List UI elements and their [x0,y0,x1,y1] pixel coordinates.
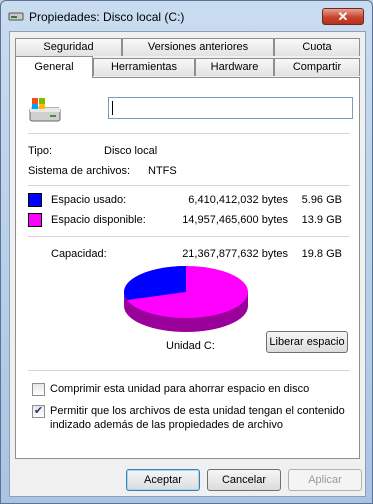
tab-hardware[interactable]: Hardware [195,58,274,76]
used-space-bytes: 6,410,412,032 bytes [188,194,288,206]
separator [28,236,350,237]
allow-indexing-checkbox[interactable]: ✔ [32,405,45,418]
tab-seguridad[interactable]: Seguridad [15,38,122,56]
capacity-label: Capacidad: [51,248,107,260]
type-label: Tipo: [28,145,53,157]
filesystem-value: NTFS [148,165,177,177]
free-space-label: Espacio disponible: [51,214,146,226]
dialog-client: Seguridad Versiones anteriores Cuota Gen… [9,31,366,497]
title-bar[interactable]: Propiedades: Disco local (C:) ✕ [1,1,372,31]
separator [28,370,350,371]
filesystem-label: Sistema de archivos: [28,165,131,177]
window-title: Propiedades: Disco local (C:) [29,10,185,24]
used-space-swatch [28,193,42,207]
local-disk-icon [29,98,61,122]
tab-cuota[interactable]: Cuota [274,38,360,56]
used-space-label: Espacio usado: [51,194,127,206]
apply-button[interactable]: Aplicar [288,469,362,491]
separator [28,185,350,186]
disk-cleanup-button[interactable]: Liberar espacio [266,331,348,353]
capacity-gb: 19.8 GB [301,248,342,260]
close-button[interactable]: ✕ [322,8,364,25]
allow-indexing-label-line1: Permitir que los archivos de esta unidad… [50,405,345,417]
free-space-gb: 13.9 GB [301,214,342,226]
tab-versiones-anteriores[interactable]: Versiones anteriores [122,38,274,56]
general-tab-panel: Tipo: Disco local Sistema de archivos: N… [15,77,360,459]
disk-usage-pie-chart [123,266,248,332]
drive-label: Unidad C: [166,340,215,352]
text-caret [112,101,113,115]
ok-button[interactable]: Aceptar [126,469,200,491]
type-value: Disco local [104,145,158,157]
separator [28,133,350,134]
capacity-bytes: 21,367,877,632 bytes [182,248,288,260]
tab-herramientas[interactable]: Herramientas [93,58,195,76]
tab-general[interactable]: General [15,56,93,78]
compress-drive-label: Comprimir esta unidad para ahorrar espac… [50,383,310,395]
drive-icon [8,12,24,21]
tab-compartir[interactable]: Compartir [274,58,360,76]
used-space-gb: 5.96 GB [301,194,342,206]
allow-indexing-label-line2: indizado además de las propiedades de ar… [50,419,283,431]
compress-drive-checkbox[interactable] [32,383,45,396]
cancel-button[interactable]: Cancelar [207,469,281,491]
properties-window: Propiedades: Disco local (C:) ✕ Segurida… [0,0,373,504]
volume-name-input[interactable] [108,97,353,119]
free-space-swatch [28,213,42,227]
free-space-bytes: 14,957,465,600 bytes [182,214,288,226]
